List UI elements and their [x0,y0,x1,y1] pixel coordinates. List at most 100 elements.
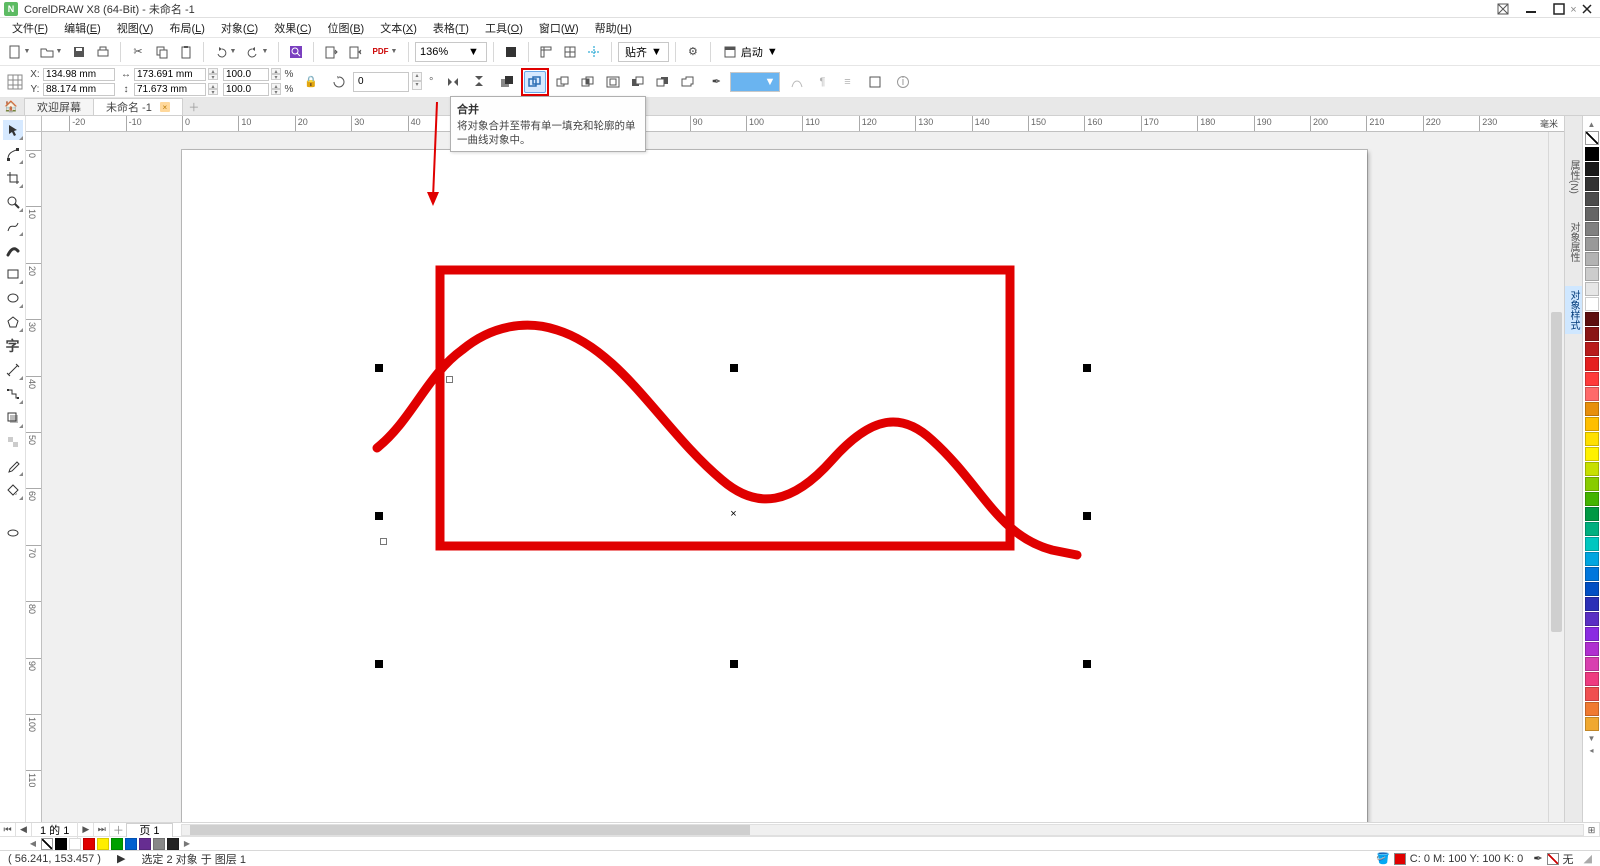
mirror-horizontal-button[interactable] [443,71,465,93]
x-input[interactable] [43,68,115,81]
palette-up-button[interactable]: ▲ [1584,118,1600,130]
vertical-ruler[interactable]: 0102030405060708090100110 [26,132,42,822]
origin-grid-icon[interactable] [4,71,26,93]
width-input[interactable] [134,68,206,81]
import-button[interactable] [320,41,342,63]
maximize-button[interactable] [1550,2,1568,16]
simplify-button[interactable] [602,71,624,93]
back-minus-front-button[interactable] [652,71,674,93]
ellipse-tool[interactable] [3,288,23,308]
menu-file[interactable]: 文件(F) [6,18,54,38]
tab-close-icon[interactable]: × [160,102,170,112]
color-swatch[interactable] [1585,537,1599,551]
export-button[interactable] [344,41,366,63]
object-hints-button[interactable]: i [892,71,914,93]
selection-handle-mr[interactable] [1083,512,1091,520]
scalex-spin[interactable]: ▴▾ [271,68,281,80]
color-swatch[interactable] [1585,357,1599,371]
rotation-input[interactable] [353,72,409,92]
interactive-fill-tool[interactable] [3,480,23,500]
color-swatch[interactable] [1585,267,1599,281]
docker-tab-properties[interactable]: 对象属性 [1565,218,1582,266]
prev-page-button[interactable]: ◀ [16,823,32,837]
color-swatch[interactable] [153,838,165,850]
selection-handle-ml[interactable] [375,512,383,520]
page-tab[interactable]: 页 1 [126,823,172,837]
zoom-level-combo[interactable]: ▼ [415,42,487,62]
navigator-toggle[interactable]: ▶ [117,852,125,865]
rot-spin[interactable]: ▴▾ [412,72,422,92]
cut-button[interactable]: ✂ [127,41,149,63]
convert-to-curves-button[interactable] [786,71,808,93]
color-swatch[interactable] [1585,372,1599,386]
no-color-swatch[interactable] [1585,131,1599,145]
boundary-button[interactable] [677,71,699,93]
connector-tool[interactable] [3,384,23,404]
redo-button[interactable]: ▼ [242,41,272,63]
color-swatch[interactable] [1585,687,1599,701]
hpalette-no-color[interactable] [41,838,53,850]
align-button[interactable]: ≡ [836,71,858,93]
color-swatch[interactable] [1585,342,1599,356]
freehand-tool[interactable] [3,216,23,236]
options-button[interactable]: ⚙ [682,41,704,63]
new-button[interactable]: ▼ [4,41,34,63]
width-spin[interactable]: ▴▾ [208,68,218,80]
next-page-button[interactable]: ▶ [78,823,94,837]
canvas[interactable]: × [42,132,1564,822]
parallel-dimension-tool[interactable] [3,360,23,380]
height-input[interactable] [134,83,206,96]
color-swatch[interactable] [1585,192,1599,206]
resize-grip-icon[interactable]: ◢ [1584,852,1592,865]
show-rulers-button[interactable] [535,41,557,63]
navigator-button[interactable]: ⊞ [1584,823,1600,837]
color-swatch[interactable] [1585,432,1599,446]
selection-handle-bm[interactable] [730,660,738,668]
color-swatch[interactable] [1585,387,1599,401]
color-swatch[interactable] [1585,627,1599,641]
menu-text[interactable]: 文本(X) [374,18,423,38]
color-swatch[interactable] [1585,477,1599,491]
color-swatch[interactable] [83,838,95,850]
menu-effects[interactable]: 效果(C) [268,18,317,38]
color-swatch[interactable] [1585,447,1599,461]
rect-node-corner[interactable] [446,376,453,383]
menu-view[interactable]: 视图(V) [111,18,160,38]
color-swatch[interactable] [1585,567,1599,581]
first-page-button[interactable]: ⏮ [0,823,16,837]
color-swatch[interactable] [1585,717,1599,731]
publish-pdf-button[interactable]: PDF▼ [368,41,402,63]
color-swatch[interactable] [111,838,123,850]
color-swatch[interactable] [1585,552,1599,566]
color-swatch[interactable] [1585,582,1599,596]
drop-shadow-tool[interactable] [3,408,23,428]
menu-tools[interactable]: 工具(O) [479,18,529,38]
height-spin[interactable]: ▴▾ [208,83,218,95]
color-swatch[interactable] [1585,297,1599,311]
print-button[interactable] [92,41,114,63]
selection-handle-tr[interactable] [1083,364,1091,372]
color-swatch[interactable] [1585,237,1599,251]
text-tool[interactable]: 字 [3,336,23,356]
color-swatch[interactable] [1585,162,1599,176]
show-guidelines-button[interactable] [583,41,605,63]
polygon-tool[interactable] [3,312,23,332]
undo-button[interactable]: ▼ [210,41,240,63]
save-button[interactable] [68,41,90,63]
outline-pen-icon[interactable]: ✒ [705,71,727,93]
color-swatch[interactable] [139,838,151,850]
docker-tab-hints[interactable]: 属性(N) [1565,156,1582,198]
zoom-tool[interactable] [3,192,23,212]
rectangle-tool[interactable] [3,264,23,284]
docker-close-icon[interactable]: × [1570,4,1576,16]
hpalette-left-button[interactable]: ◀ [26,839,40,848]
selection-handle-br[interactable] [1083,660,1091,668]
app-launcher[interactable]: 启动 ▼ [717,42,784,62]
palette-down-button[interactable]: ▼ [1584,732,1600,744]
horizontal-ruler[interactable]: 毫米 -20-100102030405060708090100110120130… [42,116,1564,132]
selection-center[interactable]: × [729,511,738,520]
color-swatch[interactable] [1585,402,1599,416]
minimize-button[interactable] [1522,2,1540,16]
color-swatch[interactable] [1585,312,1599,326]
home-icon[interactable]: 🏠 [4,100,18,114]
